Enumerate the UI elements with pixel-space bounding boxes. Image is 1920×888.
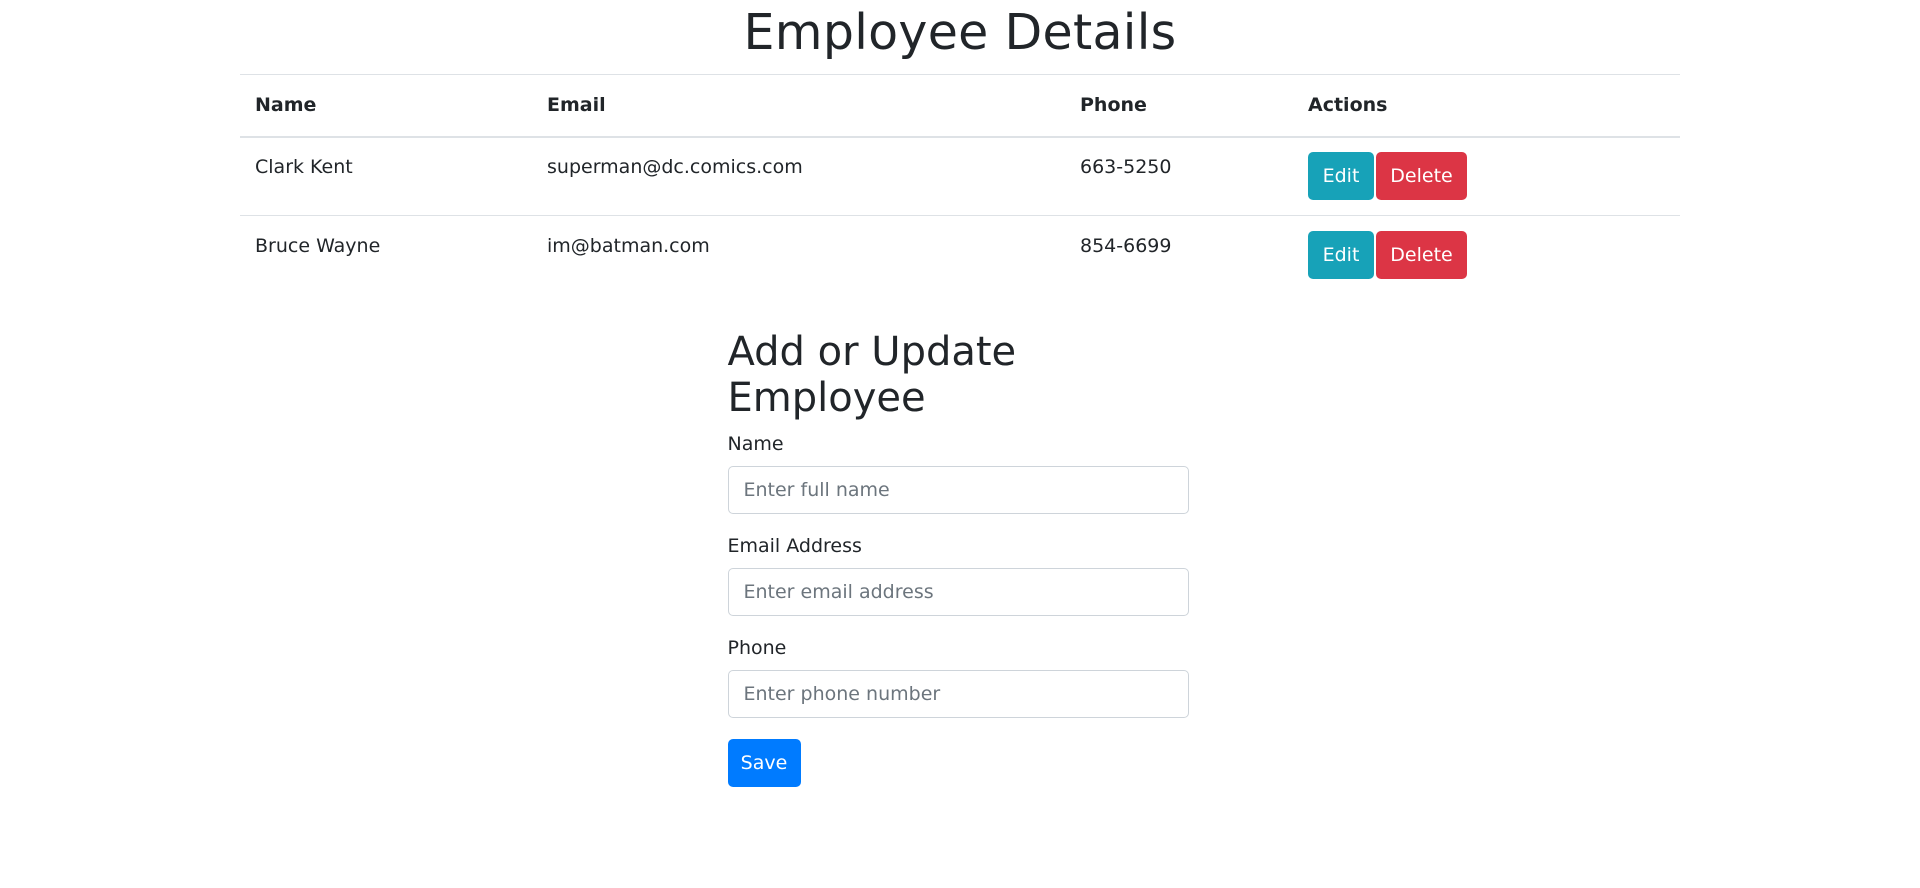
email-label: Email Address [727,534,862,557]
name-form-group: Name [727,432,1189,514]
table-header-row: Name Email Phone Actions [240,74,1680,138]
table-row: Bruce Wayne im@batman.com 854-6699 Edit D… [240,215,1680,295]
cell-email: im@batman.com [532,215,1065,295]
employee-form: Add or Update Employee Name Email Addres… [727,328,1189,787]
employee-name: Bruce Wayne [255,235,381,258]
cell-actions: Edit Delete [1293,215,1680,295]
phone-label: Phone [727,636,787,659]
cell-email: superman@dc.comics.com [532,137,1065,216]
table-header: Name Email Phone Actions [240,74,1680,138]
cell-actions: Edit Delete [1293,137,1680,216]
save-button[interactable]: Save [727,738,801,787]
phone-form-group: Phone [727,636,1189,718]
delete-button[interactable]: Delete [1376,152,1467,201]
table-row: Clark Kent superman@dc.comics.com 663-52… [240,137,1680,216]
column-header-email: Email [532,74,1065,138]
employee-table-container: Name Email Phone Actions Clark Kent supe… [240,74,1680,295]
column-header-actions: Actions [1293,74,1680,138]
cell-name: Bruce Wayne [240,215,532,295]
page-title: Employee Details [743,4,1177,61]
column-header-name: Name [240,74,532,138]
table-body: Clark Kent superman@dc.comics.com 663-52… [240,137,1680,295]
employee-phone: 663-5250 [1080,156,1172,179]
employee-name: Clark Kent [255,156,353,179]
edit-button[interactable]: Edit [1308,152,1374,201]
column-header-phone: Phone [1065,74,1293,138]
phone-input[interactable] [727,669,1189,718]
name-label: Name [727,432,784,455]
employee-phone: 854-6699 [1080,235,1172,258]
form-title: Add or Update Employee [727,328,1017,421]
email-input[interactable] [727,567,1189,616]
edit-button[interactable]: Edit [1308,231,1374,280]
employee-table: Name Email Phone Actions Clark Kent supe… [240,74,1680,295]
delete-button[interactable]: Delete [1376,231,1467,280]
employee-email: im@batman.com [547,235,710,258]
cell-name: Clark Kent [240,137,532,216]
cell-phone: 854-6699 [1065,215,1293,295]
cell-phone: 663-5250 [1065,137,1293,216]
email-form-group: Email Address [727,534,1189,616]
name-input[interactable] [727,465,1189,514]
employee-email: superman@dc.comics.com [547,156,803,179]
